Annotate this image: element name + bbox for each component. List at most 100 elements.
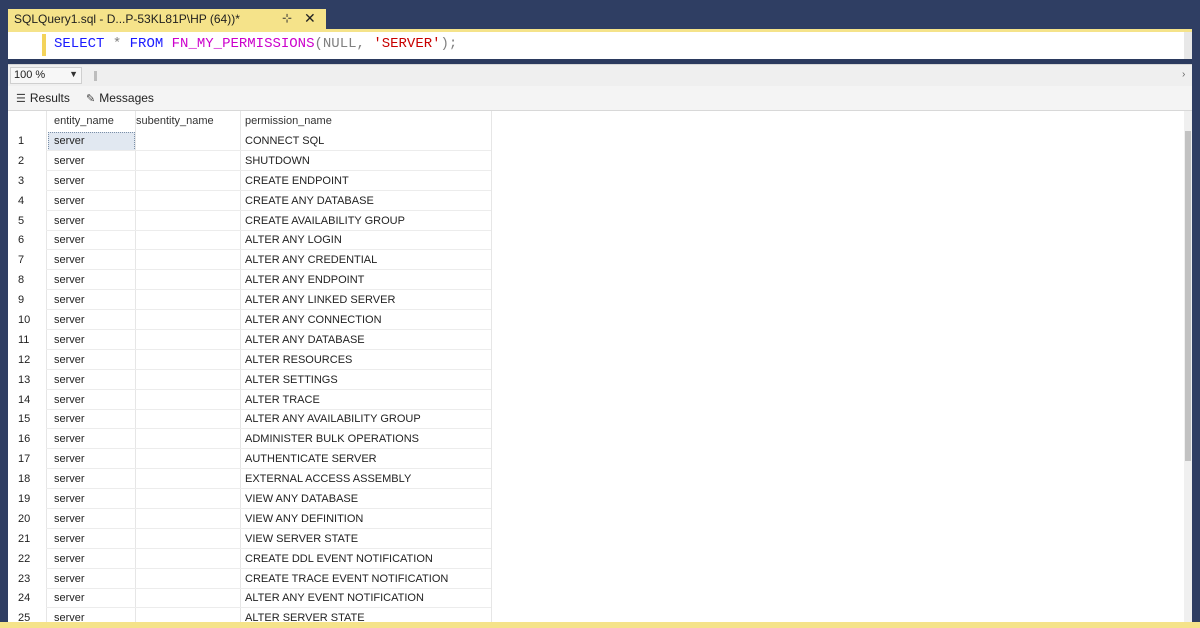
cell-permission-name[interactable]: CREATE ENDPOINT xyxy=(245,175,349,187)
cell-entity-name[interactable]: server xyxy=(54,254,85,266)
cell-entity-name[interactable]: server xyxy=(54,453,85,465)
row-number: 1 xyxy=(18,135,25,147)
row-number: 20 xyxy=(18,512,31,525)
row-divider xyxy=(46,508,491,510)
cell-permission-name[interactable]: ALTER ANY ENDPOINT xyxy=(245,274,364,286)
row-number: 24 xyxy=(18,592,31,605)
cell-permission-name[interactable]: ALTER ANY CONNECTION xyxy=(245,314,382,326)
query-editor[interactable]: SELECT * FROM FN_MY_PERMISSIONS(NULL, 'S… xyxy=(8,32,1192,59)
cell-entity-name[interactable]: server xyxy=(54,394,85,406)
row-number: 14 xyxy=(18,393,31,406)
column-header-permission-name[interactable]: permission_name xyxy=(245,115,332,127)
row-number: 23 xyxy=(18,572,31,585)
sql-keyword-from: FROM xyxy=(129,36,164,52)
sql-statement[interactable]: SELECT * FROM FN_MY_PERMISSIONS(NULL, 'S… xyxy=(54,36,457,52)
cell-entity-name[interactable]: server xyxy=(54,155,85,167)
cell-permission-name[interactable]: CREATE ANY DATABASE xyxy=(245,195,374,207)
cell-permission-name[interactable]: CREATE AVAILABILITY GROUP xyxy=(245,215,405,227)
row-divider xyxy=(46,169,491,171)
scroll-right-icon[interactable]: › xyxy=(1182,69,1185,80)
results-grid[interactable]: entity_name subentity_name permission_na… xyxy=(8,111,1178,622)
status-strip xyxy=(0,622,1200,628)
cell-permission-name[interactable]: CREATE TRACE EVENT NOTIFICATION xyxy=(245,573,448,585)
column-header-subentity-name[interactable]: subentity_name xyxy=(136,115,214,127)
cell-permission-name[interactable]: ALTER TRACE xyxy=(245,394,320,406)
cell-entity-name[interactable]: server xyxy=(54,354,85,366)
cell-entity-name[interactable]: server xyxy=(54,374,85,386)
row-number: 19 xyxy=(18,493,31,506)
cell-entity-name[interactable]: server xyxy=(54,195,85,207)
row-divider xyxy=(46,189,491,191)
cell-entity-name[interactable]: server xyxy=(54,533,85,545)
cell-entity-name[interactable]: server xyxy=(54,433,85,445)
cell-permission-name[interactable]: ALTER SETTINGS xyxy=(245,374,338,386)
window-frame-left xyxy=(0,31,8,622)
cell-permission-name[interactable]: ALTER SERVER STATE xyxy=(245,612,365,622)
results-pane: ☰ Results ✎ Messages entity_name subentity… xyxy=(8,86,1192,622)
cell-permission-name[interactable]: ALTER ANY DATABASE xyxy=(245,334,365,346)
cell-permission-name[interactable]: VIEW ANY DATABASE xyxy=(245,493,358,505)
cell-entity-name[interactable]: server xyxy=(54,234,85,246)
cell-entity-name[interactable]: server xyxy=(54,215,85,227)
zoom-bar: 100 % ▼ › xyxy=(8,64,1192,86)
row-divider xyxy=(46,488,491,490)
cell-entity-name[interactable]: server xyxy=(54,334,85,346)
row-divider xyxy=(46,527,491,529)
zoom-select[interactable]: 100 % ▼ xyxy=(10,67,82,84)
cell-permission-name[interactable]: CREATE DDL EVENT NOTIFICATION xyxy=(245,553,433,565)
cell-permission-name[interactable]: EXTERNAL ACCESS ASSEMBLY xyxy=(245,473,411,485)
row-number: 13 xyxy=(18,373,31,386)
cell-entity-name[interactable]: server xyxy=(54,413,85,425)
cell-permission-name[interactable]: ALTER ANY AVAILABILITY GROUP xyxy=(245,413,421,425)
cell-permission-name[interactable]: SHUTDOWN xyxy=(245,155,310,167)
row-divider xyxy=(46,408,491,410)
cell-permission-name[interactable]: ALTER ANY EVENT NOTIFICATION xyxy=(245,592,424,604)
cell-entity-name[interactable]: server xyxy=(54,573,85,585)
row-divider xyxy=(46,368,491,370)
row-number: 11 xyxy=(18,333,30,346)
cell-permission-name[interactable]: CONNECT SQL xyxy=(245,135,324,147)
results-scrollbar[interactable] xyxy=(1184,111,1192,622)
cell-permission-name[interactable]: ALTER ANY LINKED SERVER xyxy=(245,294,395,306)
cell-permission-name[interactable]: AUTHENTICATE SERVER xyxy=(245,453,377,465)
tab-messages[interactable]: ✎ Messages xyxy=(86,91,154,105)
cell-permission-name[interactable]: ALTER ANY CREDENTIAL xyxy=(245,254,377,266)
cell-permission-name[interactable]: ALTER ANY LOGIN xyxy=(245,234,342,246)
results-scrollbar-thumb[interactable] xyxy=(1185,131,1191,461)
row-divider xyxy=(46,607,491,609)
cell-permission-name[interactable]: VIEW SERVER STATE xyxy=(245,533,358,545)
cell-entity-name[interactable]: server xyxy=(54,612,85,622)
grid-header-row: entity_name subentity_name permission_na… xyxy=(8,111,1178,131)
column-header-entity-name[interactable]: entity_name xyxy=(54,115,114,127)
cell-entity-name[interactable]: server xyxy=(54,513,85,525)
editor-hscroll-thumb[interactable] xyxy=(94,71,97,81)
cell-entity-name[interactable]: server xyxy=(54,553,85,565)
cell-entity-name[interactable]: server xyxy=(54,135,85,147)
cell-entity-name[interactable]: server xyxy=(54,294,85,306)
row-divider xyxy=(46,229,491,231)
pin-icon[interactable]: ⊹ xyxy=(282,11,292,25)
cell-entity-name[interactable]: server xyxy=(54,592,85,604)
cell-permission-name[interactable]: ADMINISTER BULK OPERATIONS xyxy=(245,433,419,445)
row-number: 25 xyxy=(18,612,31,622)
chevron-down-icon[interactable]: ▼ xyxy=(69,69,78,79)
close-icon[interactable]: ✕ xyxy=(304,10,316,27)
editor-scrollbar[interactable] xyxy=(1184,32,1192,59)
cell-permission-name[interactable]: ALTER RESOURCES xyxy=(245,354,352,366)
tab-results[interactable]: ☰ Results xyxy=(16,91,70,105)
unsaved-change-marker xyxy=(42,34,46,56)
row-number: 17 xyxy=(18,453,31,466)
row-number: 5 xyxy=(18,214,25,227)
grid-line xyxy=(240,111,241,622)
query-tab[interactable]: SQLQuery1.sql - D...P-53KL81P\HP (64))* … xyxy=(8,9,326,31)
cell-entity-name[interactable]: server xyxy=(54,175,85,187)
results-tab-bar: ☰ Results ✎ Messages xyxy=(8,86,1192,111)
cell-entity-name[interactable]: server xyxy=(54,493,85,505)
row-divider xyxy=(46,348,491,350)
cell-entity-name[interactable]: server xyxy=(54,473,85,485)
sql-string-arg: 'SERVER' xyxy=(373,36,441,52)
cell-entity-name[interactable]: server xyxy=(54,314,85,326)
cell-permission-name[interactable]: VIEW ANY DEFINITION xyxy=(245,513,363,525)
cell-entity-name[interactable]: server xyxy=(54,274,85,286)
zoom-value: 100 % xyxy=(14,69,46,81)
